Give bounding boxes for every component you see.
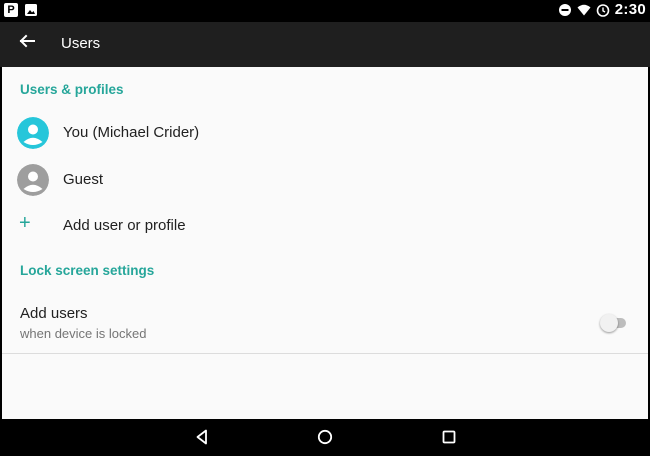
divider	[2, 353, 648, 354]
alarm-icon	[596, 3, 610, 17]
user-avatar-icon	[17, 117, 49, 149]
navigation-bar	[0, 419, 650, 456]
p-notification-icon: P	[4, 3, 18, 17]
section-header-users-profiles: Users & profiles	[20, 82, 124, 97]
home-nav-icon[interactable]	[316, 428, 334, 446]
toggle-thumb	[600, 314, 618, 332]
user-item-label: You (Michael Crider)	[63, 124, 200, 141]
status-bar: P 2:30	[0, 0, 650, 22]
user-item-guest[interactable]: Guest	[2, 162, 648, 198]
settings-content: Users & profiles You (Michael Crider) Gu…	[0, 67, 650, 419]
setting-subtitle: when device is locked	[20, 326, 147, 341]
guest-item-label: Guest	[63, 171, 104, 188]
wifi-icon	[577, 4, 591, 15]
add-users-toggle[interactable]	[600, 314, 628, 332]
add-user-label: Add user or profile	[63, 217, 186, 234]
plus-icon: +	[19, 212, 31, 234]
status-notifications: P	[4, 3, 38, 17]
status-system-icons: 2:30	[558, 1, 646, 18]
recents-nav-icon[interactable]	[440, 428, 458, 446]
do-not-disturb-icon	[558, 3, 571, 16]
back-nav-icon[interactable]	[193, 428, 211, 446]
device-frame: P 2:30 Users Users & profiles You (Micha…	[0, 0, 650, 456]
arrow-back-icon[interactable]	[14, 28, 40, 54]
image-notification-icon	[25, 4, 37, 16]
status-time: 2:30	[614, 1, 646, 18]
section-header-lock-screen: Lock screen settings	[20, 263, 155, 278]
setting-title: Add users	[20, 305, 88, 322]
app-bar: Users	[0, 22, 650, 67]
user-item-owner[interactable]: You (Michael Crider)	[2, 115, 648, 151]
add-user-button[interactable]: + Add user or profile	[2, 209, 648, 241]
guest-avatar-icon	[17, 164, 49, 196]
page-title: Users	[61, 35, 101, 52]
